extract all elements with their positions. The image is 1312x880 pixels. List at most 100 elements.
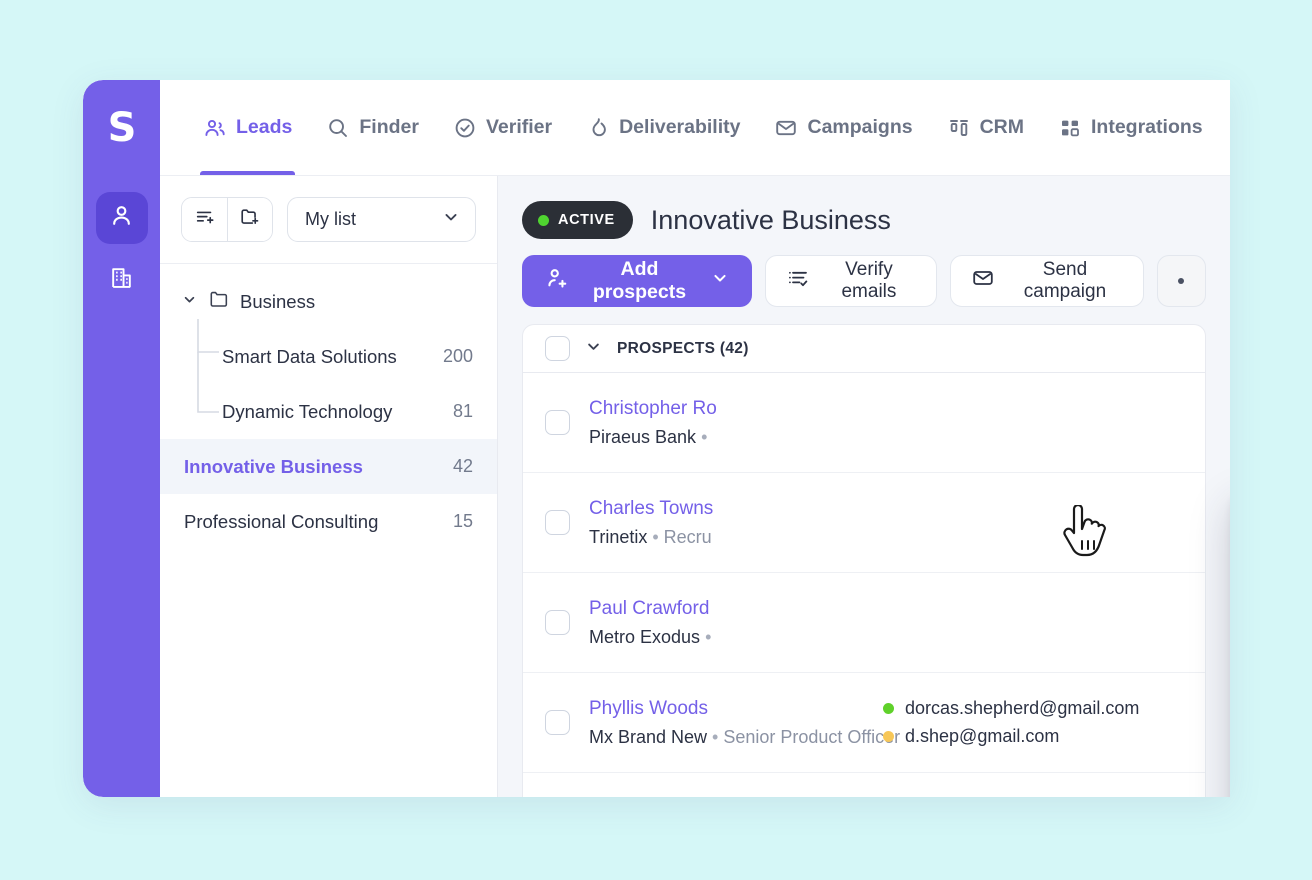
grid-icon [1058, 116, 1082, 140]
add-folder-button[interactable] [227, 198, 272, 241]
more-options-button[interactable] [1157, 255, 1206, 307]
nav-tab-finder[interactable]: Finder [309, 80, 436, 175]
tree-item-label: Smart Data Solutions [222, 346, 443, 368]
title-row: ACTIVE Innovative Business [522, 196, 1206, 244]
row-checkbox[interactable] [545, 510, 570, 535]
chevron-down-icon [710, 268, 730, 294]
separator: • [652, 527, 658, 547]
email-status-dot-risky [883, 731, 894, 742]
tree-item-label: Innovative Business [184, 456, 453, 478]
row-checkbox[interactable] [545, 710, 570, 735]
logo-letter: S [108, 108, 136, 148]
prospect-name[interactable]: Paul Crawford [589, 598, 864, 620]
search-icon [326, 116, 350, 140]
separator: • [701, 427, 707, 447]
app-logo[interactable]: S [83, 80, 160, 176]
tree-item-count: 81 [453, 401, 473, 422]
prospect-role: Senior Product Officer [723, 727, 900, 747]
prospect-company: Mx Brand New [589, 727, 707, 747]
prospect-name[interactable]: Phyllis Woods [589, 698, 864, 720]
table-row[interactable]: Christopher Ro Piraeus Bank• [523, 373, 1205, 473]
row-checkbox[interactable] [545, 610, 570, 635]
nav-tab-label: Deliverability [619, 116, 740, 139]
prospect-role: Recru [664, 527, 712, 547]
nav-tab-label: Verifier [486, 116, 552, 139]
prospect-name[interactable]: Charles Towns [589, 498, 864, 520]
row-emails: dorcas.shepherd@gmail.com d.shep@gmail.c… [883, 698, 1183, 747]
lists-tree: Business Smart Data Solutions 200 Dynami… [160, 264, 497, 797]
nav-tab-crm[interactable]: CRM [930, 80, 1041, 175]
prospects-count-label: PROSPECTS (42) [617, 340, 749, 358]
nav-tab-extensions[interactable]: Extensi [1220, 80, 1230, 175]
send-campaign-button[interactable]: Send campaign [950, 255, 1144, 307]
tree-item-dynamic-technology[interactable]: Dynamic Technology 81 [160, 384, 497, 439]
table-row[interactable] [523, 773, 1205, 797]
email-address[interactable]: d.shep@gmail.com [905, 726, 1059, 747]
nav-tab-leads[interactable]: Leads [186, 80, 309, 175]
folder-plus-icon [239, 206, 261, 233]
rail-item-people[interactable] [96, 192, 148, 244]
users-icon [203, 116, 227, 140]
status-badge-label: ACTIVE [558, 212, 615, 228]
nav-tab-deliverability[interactable]: Deliverability [569, 80, 757, 175]
list-scope-value: My list [305, 209, 441, 230]
email-entry: dorcas.shepherd@gmail.com [883, 698, 1183, 719]
app-body: My list Business [83, 176, 1230, 797]
row-identity: Phyllis Woods Mx Brand New•Senior Produc… [589, 698, 864, 748]
prospect-company: Trinetix [589, 527, 647, 547]
prospects-table-header: PROSPECTS (42) [523, 325, 1205, 373]
ellipsis-icon [1178, 278, 1184, 284]
add-prospects-label: Add prospects [581, 258, 698, 304]
status-badge: ACTIVE [522, 201, 633, 239]
table-row[interactable]: Phyllis Woods Mx Brand New•Senior Produc… [523, 673, 1205, 773]
tree-item-professional-consulting[interactable]: Professional Consulting 15 [160, 494, 497, 549]
tree-item-label: Dynamic Technology [222, 401, 453, 423]
envelope-icon [971, 266, 995, 296]
tree-item-label: Professional Consulting [184, 511, 453, 533]
prospects-table: PROSPECTS (42) Christopher Ro Piraeus Ba… [522, 324, 1206, 797]
select-all-checkbox[interactable] [545, 336, 570, 361]
tree-item-innovative-business[interactable]: Innovative Business 42 [160, 439, 497, 494]
nav-tab-label: Campaigns [807, 116, 912, 139]
rail-item-companies[interactable] [96, 254, 148, 306]
columns-icon [947, 116, 971, 140]
chevron-down-icon [441, 207, 461, 232]
lists-sidebar: My list Business [160, 176, 498, 797]
folder-icon [208, 288, 230, 315]
top-navigation-bar: S Leads Finder [83, 80, 1230, 176]
nav-tab-verifier[interactable]: Verifier [436, 80, 569, 175]
app-window: S Leads Finder [83, 80, 1230, 797]
nav-tab-campaigns[interactable]: Campaigns [757, 80, 929, 175]
left-icon-rail [83, 176, 160, 797]
table-row[interactable]: Paul Crawford Metro Exodus• [523, 573, 1205, 673]
nav-tab-integrations[interactable]: Integrations [1041, 80, 1220, 175]
row-checkbox[interactable] [545, 410, 570, 435]
verify-emails-label: Verify emails [822, 259, 916, 303]
status-dot-icon [538, 215, 549, 226]
tree-item-count: 42 [453, 456, 473, 477]
list-check-icon [786, 266, 810, 296]
lists-toolbar: My list [160, 176, 497, 264]
prospect-company-role: Metro Exodus• [589, 627, 864, 648]
email-entry: d.shep@gmail.com [883, 726, 1183, 747]
main-header: ACTIVE Innovative Business Add prospects [498, 176, 1230, 307]
prospect-name[interactable]: Christopher Ro [589, 398, 864, 420]
add-list-button[interactable] [182, 198, 227, 241]
flame-icon [586, 116, 610, 140]
chevron-down-icon[interactable] [584, 337, 603, 361]
separator: • [705, 627, 711, 647]
row-identity: Christopher Ro Piraeus Bank• [589, 398, 864, 448]
send-campaign-label: Send campaign [1007, 259, 1123, 303]
page-title: Innovative Business [651, 205, 891, 236]
tree-item-smart-data-solutions[interactable]: Smart Data Solutions 200 [160, 329, 497, 384]
main-content-panel: ACTIVE Innovative Business Add prospects [498, 176, 1230, 797]
prospect-company: Metro Exodus [589, 627, 700, 647]
add-prospects-button[interactable]: Add prospects [522, 255, 752, 307]
verify-emails-button[interactable]: Verify emails [765, 255, 937, 307]
envelope-icon [774, 116, 798, 140]
building-icon [108, 264, 135, 296]
row-identity: Charles Towns Trinetix• Recru [589, 498, 864, 548]
list-scope-select[interactable]: My list [287, 197, 476, 242]
table-row[interactable]: Charles Towns Trinetix• Recru [523, 473, 1205, 573]
email-address[interactable]: dorcas.shepherd@gmail.com [905, 698, 1139, 719]
